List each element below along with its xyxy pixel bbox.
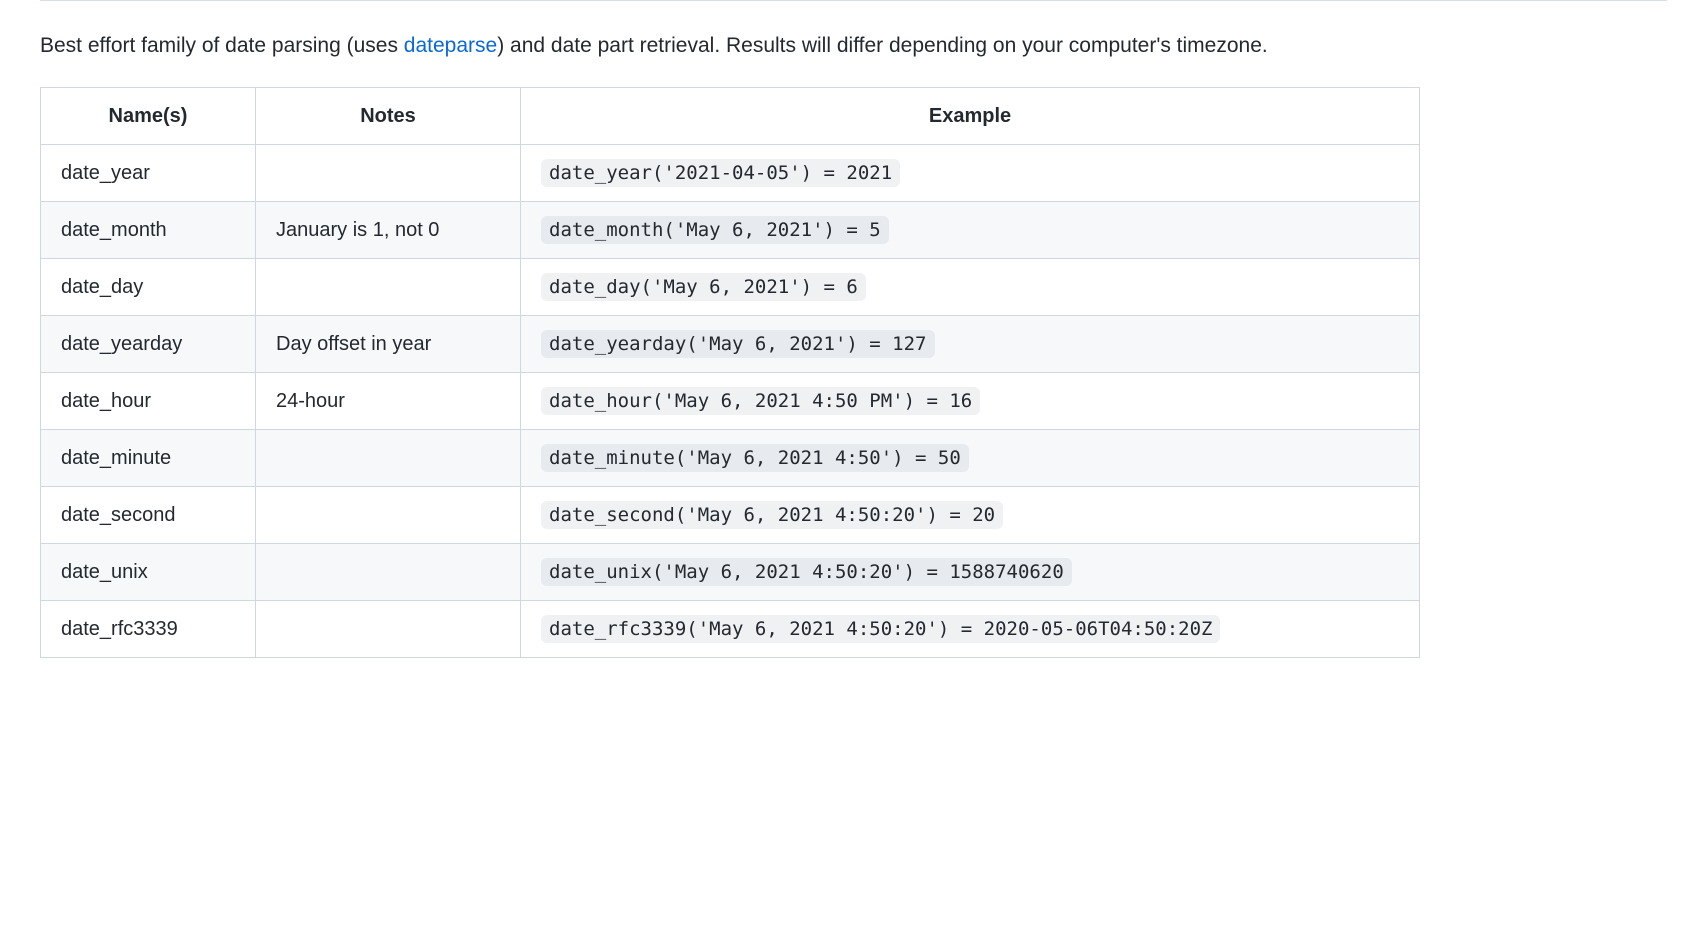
fn-example-cell: date_unix('May 6, 2021 4:50:20') = 15887… [521,543,1420,600]
intro-suffix: ) and date part retrieval. Results will … [497,34,1268,57]
header-example: Example [521,87,1420,144]
intro-prefix: Best effort family of date parsing (uses [40,34,404,57]
fn-example-cell: date_second('May 6, 2021 4:50:20') = 20 [521,486,1420,543]
table-row: date_month January is 1, not 0 date_mont… [41,201,1420,258]
fn-notes [256,429,521,486]
header-names: Name(s) [41,87,256,144]
fn-example-cell: date_hour('May 6, 2021 4:50 PM') = 16 [521,372,1420,429]
table-row: date_minute date_minute('May 6, 2021 4:5… [41,429,1420,486]
header-notes: Notes [256,87,521,144]
fn-notes [256,600,521,657]
table-row: date_year date_year('2021-04-05') = 2021 [41,144,1420,201]
fn-example-cell: date_minute('May 6, 2021 4:50') = 50 [521,429,1420,486]
fn-name: date_yearday [41,315,256,372]
fn-example-code: date_unix('May 6, 2021 4:50:20') = 15887… [541,558,1072,586]
fn-example-code: date_rfc3339('May 6, 2021 4:50:20') = 20… [541,615,1220,643]
fn-example-cell: date_year('2021-04-05') = 2021 [521,144,1420,201]
date-functions-table: Name(s) Notes Example date_year date_yea… [40,87,1420,658]
fn-notes [256,144,521,201]
table-row: date_second date_second('May 6, 2021 4:5… [41,486,1420,543]
fn-notes [256,486,521,543]
fn-example-cell: date_month('May 6, 2021') = 5 [521,201,1420,258]
fn-name: date_hour [41,372,256,429]
fn-example-code: date_hour('May 6, 2021 4:50 PM') = 16 [541,387,980,415]
fn-example-cell: date_yearday('May 6, 2021') = 127 [521,315,1420,372]
fn-example-code: date_month('May 6, 2021') = 5 [541,216,889,244]
fn-name: date_day [41,258,256,315]
fn-example-cell: date_rfc3339('May 6, 2021 4:50:20') = 20… [521,600,1420,657]
dateparse-link[interactable]: dateparse [404,34,497,57]
fn-name: date_rfc3339 [41,600,256,657]
table-row: date_day date_day('May 6, 2021') = 6 [41,258,1420,315]
fn-notes [256,258,521,315]
fn-example-code: date_minute('May 6, 2021 4:50') = 50 [541,444,969,472]
fn-example-code: date_year('2021-04-05') = 2021 [541,159,900,187]
section-divider [40,0,1667,1]
table-row: date_hour 24-hour date_hour('May 6, 2021… [41,372,1420,429]
fn-name: date_minute [41,429,256,486]
fn-name: date_second [41,486,256,543]
fn-name: date_year [41,144,256,201]
fn-example-code: date_yearday('May 6, 2021') = 127 [541,330,935,358]
fn-example-cell: date_day('May 6, 2021') = 6 [521,258,1420,315]
fn-example-code: date_day('May 6, 2021') = 6 [541,273,866,301]
fn-notes: Day offset in year [256,315,521,372]
fn-notes: January is 1, not 0 [256,201,521,258]
fn-notes [256,543,521,600]
table-header-row: Name(s) Notes Example [41,87,1420,144]
fn-name: date_month [41,201,256,258]
intro-paragraph: Best effort family of date parsing (uses… [40,29,1667,63]
fn-example-code: date_second('May 6, 2021 4:50:20') = 20 [541,501,1003,529]
fn-name: date_unix [41,543,256,600]
fn-notes: 24-hour [256,372,521,429]
table-row: date_rfc3339 date_rfc3339('May 6, 2021 4… [41,600,1420,657]
table-row: date_yearday Day offset in year date_yea… [41,315,1420,372]
table-row: date_unix date_unix('May 6, 2021 4:50:20… [41,543,1420,600]
